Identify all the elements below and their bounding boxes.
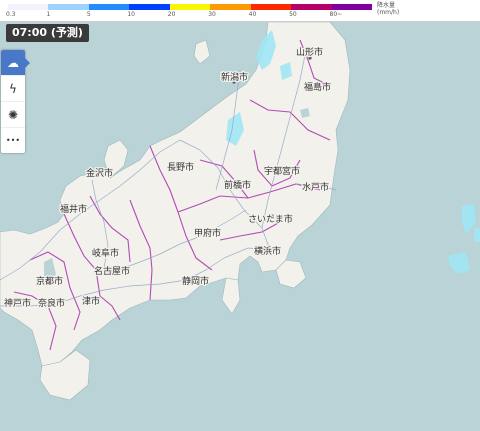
city-yokohama[interactable]: 横浜市	[253, 244, 283, 259]
city-kyoto[interactable]: 京都市	[35, 274, 65, 289]
typhoon-layer-button[interactable]: ✺	[1, 102, 25, 128]
legend-tick-label: 10	[127, 11, 135, 18]
city-kofu[interactable]: 甲府市	[193, 226, 223, 241]
legend-color-bar	[8, 4, 372, 10]
city-fukushima[interactable]: 福島市	[303, 80, 333, 95]
city-nagoya[interactable]: 名古屋市	[93, 264, 132, 279]
map-canvas[interactable]: 山形市 新潟市 福島市 金沢市 長野市 宇都宮市 前橋市 水戸市 福井市 さいた…	[0, 0, 480, 431]
typhoon-icon: ✺	[7, 107, 19, 122]
city-nara[interactable]: 奈良市	[37, 296, 67, 311]
legend-tick-label: 50	[289, 11, 297, 18]
legend-swatch	[250, 4, 292, 10]
city-niigata[interactable]: 新潟市	[220, 70, 250, 85]
lightning-icon: ϟ	[9, 81, 17, 96]
legend-swatch	[169, 4, 211, 10]
city-shizuoka[interactable]: 静岡市	[181, 274, 211, 289]
legend-swatch	[48, 4, 89, 10]
legend-swatch	[210, 4, 251, 10]
legend-tick-label: 20	[167, 11, 176, 18]
more-layer-button[interactable]: •••	[1, 128, 25, 153]
city-kanazawa[interactable]: 金沢市	[85, 166, 115, 181]
legend-tick-label: 5	[86, 11, 91, 18]
legend-swatch	[88, 4, 130, 10]
rain-cloud-icon: ☁	[7, 55, 19, 70]
city-fukui[interactable]: 福井市	[59, 202, 89, 217]
city-maebashi[interactable]: 前橋市	[223, 178, 253, 193]
legend-unit-value: (mm/h)	[377, 9, 400, 16]
city-yamagata[interactable]: 山形市	[295, 45, 325, 60]
city-mito[interactable]: 水戸市	[301, 180, 331, 195]
legend-unit: 降水量 (mm/h)	[377, 2, 399, 16]
legend-swatch	[331, 4, 372, 10]
city-saitama[interactable]: さいたま市	[247, 212, 294, 227]
legend-tick-label: 40	[248, 11, 257, 18]
legend-tick-label: 30	[208, 11, 216, 18]
city-nagano[interactable]: 長野市	[166, 160, 196, 175]
city-kobe[interactable]: 神戸市	[3, 296, 33, 311]
legend-tick-label: 1	[46, 11, 51, 18]
city-utsunomiya[interactable]: 宇都宮市	[263, 164, 302, 179]
city-tsu[interactable]: 津市	[81, 294, 102, 309]
layer-toolbar: ☁ ϟ ✺ •••	[1, 50, 25, 153]
legend-unit-label: 降水量	[377, 2, 396, 9]
more-icon: •••	[5, 136, 21, 145]
lightning-layer-button[interactable]: ϟ	[1, 76, 25, 102]
legend-swatch	[8, 4, 49, 10]
rain-cloud-layer-button[interactable]: ☁	[1, 50, 25, 76]
time-indicator: 07:00 (予測)	[6, 24, 89, 42]
legend-tick-label: 80~	[329, 11, 343, 18]
legend-tick-label: 0.3	[6, 11, 16, 18]
city-gifu[interactable]: 岐阜市	[91, 246, 121, 261]
precipitation-legend: 0.3 1 5 10 20 30 40 50 80~ 降水量 (mm/h)	[0, 0, 480, 22]
legend-swatch	[291, 4, 332, 10]
legend-swatch	[129, 4, 170, 10]
